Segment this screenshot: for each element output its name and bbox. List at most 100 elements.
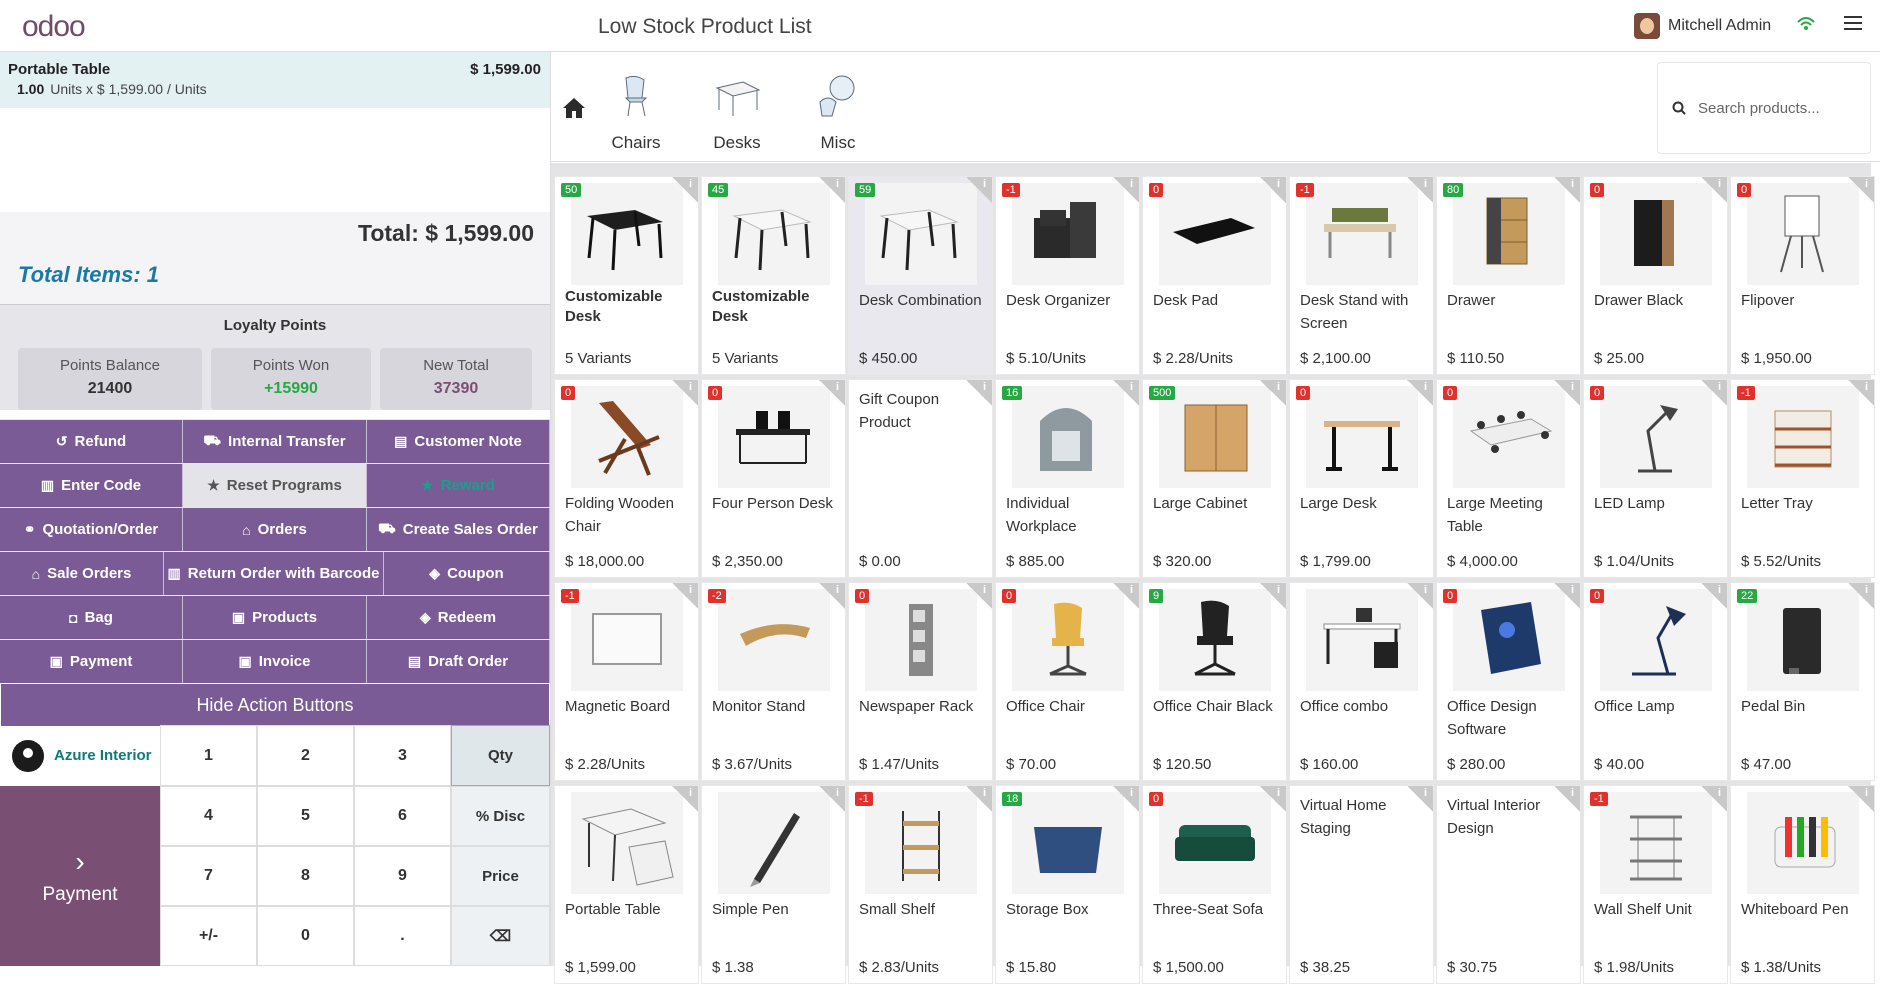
product-card[interactable]: 0 Folding Wooden Chair $ 18,000.00 — [554, 379, 699, 578]
enter-code-button[interactable]: ▥ Enter Code — [0, 464, 183, 507]
info-icon[interactable] — [1260, 786, 1286, 812]
draft-order-button[interactable]: ▤ Draft Order — [367, 640, 550, 683]
product-card[interactable]: 22 Pedal Bin $ 47.00 — [1730, 582, 1875, 781]
odoo-logo[interactable]: odoo — [22, 10, 86, 44]
product-card[interactable]: -1 Wall Shelf Unit $ 1.98/Units — [1583, 785, 1728, 984]
info-icon[interactable] — [819, 177, 845, 203]
info-icon[interactable] — [1701, 786, 1727, 812]
home-icon[interactable] — [561, 96, 587, 120]
product-card[interactable]: 0 Four Person Desk $ 2,350.00 — [701, 379, 846, 578]
product-card[interactable]: -1 Desk Stand with Screen $ 2,100.00 — [1289, 176, 1434, 375]
product-card[interactable]: Gift Coupon Product $ 0.00 — [848, 379, 993, 578]
product-card[interactable]: Virtual Interior Design $ 30.75 — [1436, 785, 1581, 984]
info-icon[interactable] — [672, 786, 698, 812]
numpad-key[interactable]: 8 — [257, 846, 354, 906]
product-card[interactable]: -1 Magnetic Board $ 2.28/Units — [554, 582, 699, 781]
category-desks[interactable]: Desks — [697, 72, 777, 153]
numpad-key[interactable]: 0 — [257, 906, 354, 966]
payment-button[interactable]: › Payment — [0, 786, 160, 966]
product-card[interactable]: 0 Large Desk $ 1,799.00 — [1289, 379, 1434, 578]
info-icon[interactable] — [1848, 177, 1874, 203]
product-card[interactable]: -2 Monitor Stand $ 3.67/Units — [701, 582, 846, 781]
product-card[interactable]: Virtual Home Staging $ 38.25 — [1289, 785, 1434, 984]
info-icon[interactable] — [966, 786, 992, 812]
payment-button[interactable]: ▣ Payment — [0, 640, 183, 683]
product-card[interactable]: 16 Individual Workplace $ 885.00 — [995, 379, 1140, 578]
info-icon[interactable] — [1701, 380, 1727, 406]
numpad-key[interactable]: Price — [451, 846, 550, 906]
info-icon[interactable] — [1701, 583, 1727, 609]
product-card[interactable]: 0 Newspaper Rack $ 1.47/Units — [848, 582, 993, 781]
numpad-key[interactable]: 3 — [354, 725, 451, 786]
product-card[interactable]: 0 Three-Seat Sofa $ 1,500.00 — [1142, 785, 1287, 984]
info-icon[interactable] — [1848, 380, 1874, 406]
numpad-key[interactable]: . — [354, 906, 451, 966]
product-card[interactable]: 80 Drawer $ 110.50 — [1436, 176, 1581, 375]
product-card[interactable]: Simple Pen $ 1.38 — [701, 785, 846, 984]
customer-note-button[interactable]: ▤ Customer Note — [367, 420, 550, 463]
return-order-with-barcode-button[interactable]: ▥ Return Order with Barcode — [164, 552, 384, 595]
product-card[interactable]: 59 Desk Combination $ 450.00 — [848, 176, 993, 375]
order-line[interactable]: Portable Table $ 1,599.00 1.00 Units x $ … — [0, 52, 550, 108]
info-icon[interactable] — [672, 583, 698, 609]
numpad-key[interactable]: 9 — [354, 846, 451, 906]
product-card[interactable]: 0 Office Chair $ 70.00 — [995, 582, 1140, 781]
info-icon[interactable] — [1554, 380, 1580, 406]
info-icon[interactable] — [1848, 583, 1874, 609]
invoice-button[interactable]: ▣ Invoice — [183, 640, 367, 683]
info-icon[interactable] — [1113, 583, 1139, 609]
info-icon[interactable] — [1554, 583, 1580, 609]
product-card[interactable]: 500 Large Cabinet $ 320.00 — [1142, 379, 1287, 578]
search-input[interactable]: Search products... — [1698, 100, 1820, 117]
info-icon[interactable] — [672, 380, 698, 406]
product-card[interactable]: 0 LED Lamp $ 1.04/Units — [1583, 379, 1728, 578]
info-icon[interactable] — [1260, 583, 1286, 609]
search-box[interactable]: Search products... — [1657, 62, 1871, 154]
info-icon[interactable] — [966, 583, 992, 609]
info-icon[interactable] — [1701, 177, 1727, 203]
info-icon[interactable] — [1407, 583, 1433, 609]
wifi-icon[interactable] — [1796, 14, 1816, 34]
info-icon[interactable] — [1260, 177, 1286, 203]
products-button[interactable]: ▣ Products — [183, 596, 367, 639]
numpad-key[interactable]: 7 — [160, 846, 257, 906]
create-sales-order-button[interactable]: ⛟ Create Sales Order — [367, 508, 550, 551]
product-card[interactable]: -1 Small Shelf $ 2.83/Units — [848, 785, 993, 984]
product-card[interactable]: 0 Large Meeting Table $ 4,000.00 — [1436, 379, 1581, 578]
product-card[interactable]: Portable Table $ 1,599.00 — [554, 785, 699, 984]
info-icon[interactable] — [966, 177, 992, 203]
product-card[interactable]: 9 Office Chair Black $ 120.50 — [1142, 582, 1287, 781]
sale-orders-button[interactable]: ⌂ Sale Orders — [0, 552, 164, 595]
numpad-key[interactable]: 4 — [160, 786, 257, 846]
info-icon[interactable] — [1407, 380, 1433, 406]
info-icon[interactable] — [672, 177, 698, 203]
product-card[interactable]: 0 Flipover $ 1,950.00 — [1730, 176, 1875, 375]
product-card[interactable]: -1 Desk Organizer $ 5.10/Units — [995, 176, 1140, 375]
product-card[interactable]: 0 Drawer Black $ 25.00 — [1583, 176, 1728, 375]
numpad-key[interactable]: 1 — [160, 725, 257, 786]
product-card[interactable]: 0 Office Lamp $ 40.00 — [1583, 582, 1728, 781]
reset-programs-button[interactable]: ★ Reset Programs — [183, 464, 367, 507]
info-icon[interactable] — [1113, 380, 1139, 406]
hide-action-buttons[interactable]: Hide Action Buttons — [0, 683, 550, 727]
numpad-key[interactable]: 5 — [257, 786, 354, 846]
hamburger-menu-icon[interactable] — [1844, 16, 1862, 32]
quotation-order-button[interactable]: ⚭ Quotation/Order — [0, 508, 183, 551]
product-card[interactable]: 50 Customizable Desk 5 Variants — [554, 176, 699, 375]
numpad-key[interactable]: ⌫ — [451, 906, 550, 966]
customer-button[interactable]: Azure Interior — [0, 725, 160, 786]
product-card[interactable]: 18 Storage Box $ 15.80 — [995, 785, 1140, 984]
coupon-button[interactable]: ◈ Coupon — [384, 552, 550, 595]
product-card[interactable]: Whiteboard Pen $ 1.38/Units — [1730, 785, 1875, 984]
redeem-button[interactable]: ◈ Redeem — [367, 596, 550, 639]
info-icon[interactable] — [1407, 177, 1433, 203]
info-icon[interactable] — [819, 786, 845, 812]
reward-button[interactable]: ★ Reward — [367, 464, 550, 507]
category-chairs[interactable]: Chairs — [596, 72, 676, 153]
refund-button[interactable]: ↺ Refund — [0, 420, 183, 463]
bag-button[interactable]: ◘ Bag — [0, 596, 183, 639]
product-card[interactable]: Office combo $ 160.00 — [1289, 582, 1434, 781]
numpad-key[interactable]: Qty — [451, 725, 550, 786]
product-card[interactable]: -1 Letter Tray $ 5.52/Units — [1730, 379, 1875, 578]
info-icon[interactable] — [1260, 380, 1286, 406]
